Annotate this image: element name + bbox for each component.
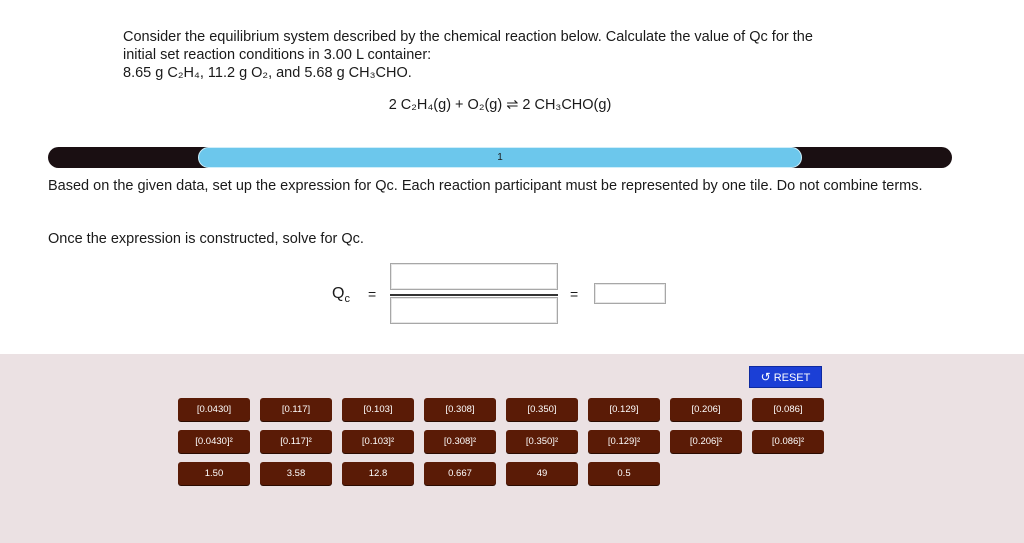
progress-bar: 1 (198, 147, 802, 168)
problem-line-1: Consider the equilibrium system describe… (123, 29, 813, 45)
answer-tile[interactable]: 3.58 (260, 462, 332, 485)
answer-tile[interactable]: [0.0430]² (178, 430, 250, 453)
problem-line-3: 8.65 g C₂H₄, 11.2 g O₂, and 5.68 g CH₃CH… (123, 65, 412, 81)
equals-sign-2: = (570, 286, 579, 302)
answer-tile[interactable]: [0.117] (260, 398, 332, 421)
answer-tile[interactable]: [0.086]² (752, 430, 824, 453)
answer-tile[interactable]: 12.8 (342, 462, 414, 485)
denominator-drop-zone[interactable] (390, 297, 558, 324)
chemical-equation: 2 C₂H₄(g) + O₂(g) ⇌ 2 CH₃CHO(g) (388, 97, 612, 113)
answer-tile[interactable]: 1.50 (178, 462, 250, 485)
answer-tile[interactable]: 49 (506, 462, 578, 485)
reset-button[interactable]: ↺ RESET (749, 366, 822, 388)
answer-tile[interactable]: [0.129] (588, 398, 660, 421)
problem-statement: Consider the equilibrium system describe… (123, 28, 903, 82)
answer-tile[interactable]: [0.129]² (588, 430, 660, 453)
instructions-text: Based on the given data, set up the expr… (48, 178, 923, 194)
answer-tile[interactable]: [0.308]² (424, 430, 496, 453)
answer-tile[interactable]: [0.0430] (178, 398, 250, 421)
qc-subscript: c (344, 293, 350, 306)
qc-symbol: Qc (332, 285, 350, 305)
answer-tile[interactable]: [0.086] (752, 398, 824, 421)
reset-label: RESET (773, 372, 811, 384)
answer-tile[interactable]: [0.350]² (506, 430, 578, 453)
equals-sign-1: = (368, 286, 377, 302)
answer-tile[interactable]: 0.5 (588, 462, 660, 485)
answer-tile[interactable]: 0.667 (424, 462, 496, 485)
answer-tile[interactable]: [0.117]² (260, 430, 332, 453)
answer-tile[interactable]: [0.206]² (670, 430, 742, 453)
qc-letter: Q (332, 285, 345, 302)
problem-line-2: initial set reaction conditions in 3.00 … (123, 47, 432, 63)
answer-drop-zone[interactable] (594, 283, 666, 304)
numerator-drop-zone[interactable] (390, 263, 558, 290)
fraction-bar (390, 294, 558, 296)
answer-tile[interactable]: [0.103]² (342, 430, 414, 453)
answer-tile[interactable]: [0.350] (506, 398, 578, 421)
answer-tile[interactable]: [0.308] (424, 398, 496, 421)
answer-tile[interactable]: [0.103] (342, 398, 414, 421)
solve-instruction: Once the expression is constructed, solv… (48, 231, 364, 247)
undo-icon: ↺ (760, 370, 771, 384)
answer-tile[interactable]: [0.206] (670, 398, 742, 421)
